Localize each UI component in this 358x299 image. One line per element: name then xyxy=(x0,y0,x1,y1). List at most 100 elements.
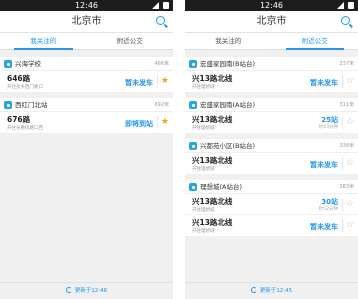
line-name: 兴13路北线 xyxy=(192,156,233,165)
line-direction: 开往理想城 xyxy=(192,167,215,172)
bus-line-row[interactable]: 676路开往长椿街路口西 即将到站 ★ xyxy=(0,112,173,133)
station-list: 宏盛家园南(B站台) 237米 兴13路北线 开往理想城 暂未发车 ☆ 宏盛家园南(A站台)… xyxy=(185,51,358,282)
city-title[interactable]: 北京市 xyxy=(0,11,173,33)
line-name: 兴13路北线 xyxy=(192,197,233,206)
bus-line-row[interactable]: 兴13路北线开往理想城 暂未发车 ☆ xyxy=(185,215,358,236)
station-name: 宏盛家园南(A站台) xyxy=(200,101,256,109)
line-direction: 开往长椿街路口西 xyxy=(7,126,43,131)
bus-line-row[interactable]: 兴13路北线 开往理想城 25站 约43分钟 ☆ xyxy=(185,112,358,133)
line-direction: 开往理想城 xyxy=(192,229,215,234)
line-direction: 开往理想城 xyxy=(192,85,215,90)
bus-stop-icon xyxy=(189,60,197,68)
bus-line-row[interactable]: 兴13路北线开往理想城 暂未发车 ☆ xyxy=(185,153,358,174)
line-direction: 开往理想城 xyxy=(192,126,215,131)
battery-icon xyxy=(348,2,354,9)
refresh-bar[interactable]: 更新于12:46 xyxy=(0,282,173,299)
refresh-time: 更新于12:45 xyxy=(259,288,293,294)
row-separator xyxy=(342,116,343,129)
tab-following[interactable]: 我关注的 xyxy=(185,33,272,49)
bus-stop-icon xyxy=(4,60,12,68)
title-bar: 北京市 xyxy=(185,11,358,33)
station-header[interactable]: 理想城(A站台) 383米 xyxy=(185,180,358,194)
bus-line-row[interactable]: 兴13路北线开往理想城 暂未发车 ☆ xyxy=(185,71,358,92)
refresh-bar[interactable]: 更新于12:45 xyxy=(185,282,358,299)
station-distance: 338米 xyxy=(339,143,354,149)
arrival-status: 即将到站 xyxy=(125,120,153,128)
bus-stop-icon xyxy=(4,101,12,109)
station-header[interactable]: 兴海学校 466米 xyxy=(0,57,173,71)
station-card: 理想城(A站台) 383米 兴13路北线 开往理想城 30站 约52分钟 ☆ 兴13路北线 开往… xyxy=(185,180,358,236)
station-header[interactable]: 兴都苑小区(B站台) 338米 xyxy=(185,139,358,153)
bus-stop-icon xyxy=(189,183,197,191)
row-separator xyxy=(342,157,343,170)
favorite-star-icon[interactable]: ☆ xyxy=(346,159,354,168)
favorite-star-icon[interactable]: ★ xyxy=(161,118,169,127)
station-card: 西红门北站 692米 676路开往长椿街路口西 即将到站 ★ xyxy=(0,98,173,133)
refresh-icon[interactable] xyxy=(250,287,257,293)
status-time: 12:46 xyxy=(74,1,99,10)
arrival-eta: 约43分钟 xyxy=(318,125,338,130)
station-distance: 692米 xyxy=(154,102,169,108)
station-header[interactable]: 西红门北站 692米 xyxy=(0,98,173,112)
bus-line-row[interactable]: 646路开往良乡西门路口 暂未发车 ★ xyxy=(0,71,173,92)
bus-line-row[interactable]: 兴13路北线 开往理想城 30站 约52分钟 ☆ xyxy=(185,194,358,215)
line-name: 兴13路北线 xyxy=(192,218,233,227)
signal-icon xyxy=(337,2,344,9)
line-name: 646路 xyxy=(7,74,31,83)
tab-bar: 我关注的 附近公交 xyxy=(0,33,173,50)
arrival-status: 暂未发车 xyxy=(125,79,153,87)
row-separator xyxy=(342,198,343,211)
station-name: 兴海学校 xyxy=(15,60,41,68)
right-screen: 12:46 北京市 我关注的 附近公交 宏盛家园南(B站台) 237米兴13路北线… xyxy=(185,0,358,299)
favorite-star-icon[interactable]: ☆ xyxy=(346,200,354,209)
title-bar: 北京市 xyxy=(0,11,173,33)
left-screen: 12:46 北京市 我关注的 附近公交 兴海学校 466米 646路开往良乡西门路口… xyxy=(0,0,173,299)
station-name: 西红门北站 xyxy=(15,101,48,109)
arrival-status: 暂未发车 xyxy=(310,161,338,169)
status-time: 12:46 xyxy=(259,1,284,10)
row-separator xyxy=(342,219,343,232)
tab-following[interactable]: 我关注的 xyxy=(0,33,87,50)
station-distance: 311米 xyxy=(339,102,354,108)
arrival-status: 暂未发车 xyxy=(310,223,338,231)
station-card: 兴都苑小区(B站台) 338米兴13路北线开往理想城 暂未发车 ☆ xyxy=(185,139,358,174)
favorite-star-icon[interactable]: ★ xyxy=(161,77,169,86)
station-distance: 383米 xyxy=(339,184,354,190)
station-header[interactable]: 宏盛家园南(A站台) 311米 xyxy=(185,98,358,112)
search-icon[interactable] xyxy=(341,16,350,25)
line-direction: 开往良乡西门路口 xyxy=(7,85,43,90)
station-header[interactable]: 宏盛家园南(B站台) 237米 xyxy=(185,57,358,71)
tab-nearby[interactable]: 附近公交 xyxy=(87,33,174,49)
line-name: 兴13路北线 xyxy=(192,74,233,83)
refresh-icon[interactable] xyxy=(65,287,72,293)
station-name: 宏盛家园南(B站台) xyxy=(200,60,256,68)
search-icon[interactable] xyxy=(156,16,165,25)
battery-icon xyxy=(163,2,169,9)
bus-stop-icon xyxy=(189,142,197,150)
favorite-star-icon[interactable]: ☆ xyxy=(346,118,354,127)
line-name: 兴13路北线 xyxy=(192,115,233,124)
status-bar: 12:46 xyxy=(0,0,173,11)
row-separator xyxy=(157,116,158,129)
line-direction: 开往理想城 xyxy=(192,208,215,213)
favorite-star-icon[interactable]: ☆ xyxy=(346,221,354,230)
station-card: 宏盛家园南(B站台) 237米兴13路北线开往理想城 暂未发车 ☆ xyxy=(185,57,358,92)
signal-icon xyxy=(152,2,159,9)
tab-nearby[interactable]: 附近公交 xyxy=(272,33,358,50)
favorite-star-icon[interactable]: ☆ xyxy=(346,77,354,86)
city-title[interactable]: 北京市 xyxy=(185,11,358,33)
refresh-time: 更新于12:46 xyxy=(74,288,108,294)
line-name: 676路 xyxy=(7,115,31,124)
station-distance: 237米 xyxy=(339,61,354,67)
arrival-eta: 约52分钟 xyxy=(318,207,338,212)
bus-stop-icon xyxy=(189,101,197,109)
arrival-status: 暂未发车 xyxy=(310,79,338,87)
station-list: 兴海学校 466米 646路开往良乡西门路口 暂未发车 ★ 西红门北站 692米 676路开往… xyxy=(0,51,173,282)
row-separator xyxy=(157,75,158,88)
status-bar: 12:46 xyxy=(185,0,358,11)
row-separator xyxy=(342,75,343,88)
divider xyxy=(173,0,185,299)
station-distance: 466米 xyxy=(154,61,169,67)
station-name: 理想城(A站台) xyxy=(200,183,243,191)
tab-bar: 我关注的 附近公交 xyxy=(185,33,358,50)
